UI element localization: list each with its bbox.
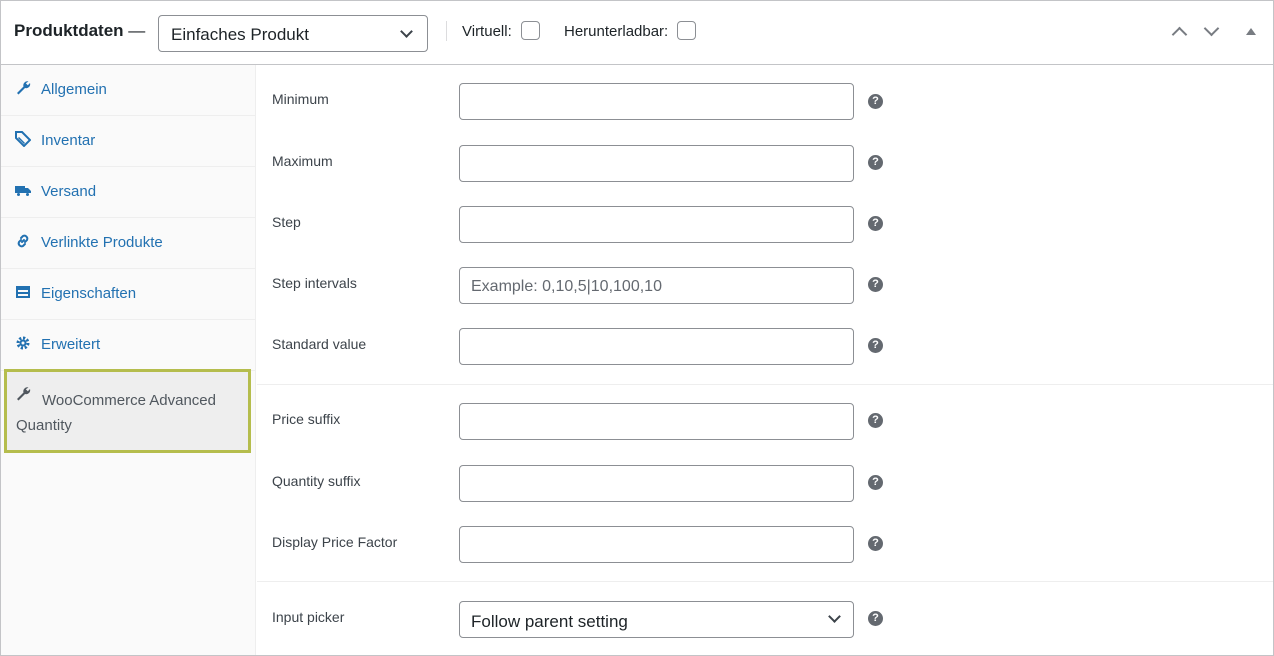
virtual-checkbox[interactable] xyxy=(521,21,540,40)
panel-title-text: Produktdaten xyxy=(14,21,124,40)
quantity-suffix-input[interactable] xyxy=(459,465,854,502)
minimum-input[interactable] xyxy=(459,83,854,120)
maximum-input[interactable] xyxy=(459,145,854,182)
help-icon[interactable]: ? xyxy=(868,277,883,292)
chevron-down-icon xyxy=(1203,20,1220,37)
wrench-icon xyxy=(15,80,31,96)
price-suffix-label: Price suffix xyxy=(272,411,341,427)
tab-label: Eigenschaften xyxy=(41,285,137,302)
product-data-header: Produktdaten — Einfaches Produkt Virtuel… xyxy=(1,1,1273,65)
tab-label: WooCommerce Advanced Quantity xyxy=(16,392,216,434)
chevron-down-icon xyxy=(400,25,413,38)
standard-value-input[interactable] xyxy=(459,328,854,365)
tab-label: Verlinkte Produkte xyxy=(41,234,163,251)
section-divider xyxy=(257,384,1273,385)
step-intervals-placeholder: Example: 0,10,5|10,100,10 xyxy=(471,278,662,295)
help-icon[interactable]: ? xyxy=(868,475,883,490)
standard-value-label: Standard value xyxy=(272,336,367,352)
input-picker-label: Input picker xyxy=(272,609,345,625)
tab-erweitert[interactable]: Erweitert xyxy=(1,320,255,371)
tab-eigenschaften[interactable]: Eigenschaften xyxy=(1,269,255,320)
help-icon[interactable]: ? xyxy=(868,611,883,626)
help-icon[interactable]: ? xyxy=(868,94,883,109)
input-picker-select[interactable]: Follow parent setting xyxy=(459,601,854,638)
downloadable-label: Herunterladbar: xyxy=(564,23,669,40)
collapse-toggle-icon[interactable] xyxy=(1246,28,1256,35)
help-icon[interactable]: ? xyxy=(868,216,883,231)
price-suffix-input[interactable] xyxy=(459,403,854,440)
tab-label: Versand xyxy=(41,183,97,200)
display-price-factor-label: Display Price Factor xyxy=(272,534,398,550)
tab-label: Inventar xyxy=(41,132,96,149)
minimum-label: Minimum xyxy=(272,91,329,107)
chevron-up-icon xyxy=(1171,26,1188,43)
gear-icon xyxy=(15,335,31,351)
help-icon[interactable]: ? xyxy=(868,155,883,170)
quantity-suffix-label: Quantity suffix xyxy=(272,473,361,489)
move-down-button[interactable] xyxy=(1202,20,1222,43)
tab-label: Allgemein xyxy=(41,81,107,98)
title-dash: — xyxy=(128,21,146,40)
truck-icon xyxy=(15,182,31,198)
downloadable-checkbox[interactable] xyxy=(677,21,696,40)
product-data-panel: Produktdaten — Einfaches Produkt Virtuel… xyxy=(0,0,1274,656)
advanced-quantity-panel: Minimum ? Maximum ? Step ? Step interval… xyxy=(257,65,1273,655)
step-intervals-input[interactable]: Example: 0,10,5|10,100,10 xyxy=(459,267,854,304)
step-input[interactable] xyxy=(459,206,854,243)
list-icon xyxy=(15,284,31,300)
step-label: Step xyxy=(272,214,301,230)
step-intervals-label: Step intervals xyxy=(272,275,357,291)
help-icon[interactable]: ? xyxy=(868,536,883,551)
tag-icon xyxy=(15,131,32,148)
move-up-button[interactable] xyxy=(1170,23,1190,43)
tab-versand[interactable]: Versand xyxy=(1,167,255,218)
tab-label: Erweitert xyxy=(41,336,101,353)
tab-woocommerce-advanced-quantity[interactable]: WooCommerce Advanced Quantity xyxy=(4,369,251,453)
tab-verlinkte-produkte[interactable]: Verlinkte Produkte xyxy=(1,218,255,269)
product-type-value: Einfaches Produkt xyxy=(171,25,309,44)
maximum-label: Maximum xyxy=(272,153,333,169)
input-picker-value: Follow parent setting xyxy=(471,612,628,631)
virtual-label: Virtuell: xyxy=(462,23,512,40)
product-data-tabs: Allgemein Inventar Versand Verlinkte Pro… xyxy=(1,65,256,655)
link-icon xyxy=(15,233,31,249)
tab-allgemein[interactable]: Allgemein xyxy=(1,65,255,116)
chevron-down-icon xyxy=(828,610,841,623)
panel-title: Produktdaten — xyxy=(14,21,145,41)
tab-inventar[interactable]: Inventar xyxy=(1,116,255,167)
product-type-select[interactable]: Einfaches Produkt xyxy=(158,15,428,52)
display-price-factor-input[interactable] xyxy=(459,526,854,563)
help-icon[interactable]: ? xyxy=(868,338,883,353)
header-divider xyxy=(446,21,447,41)
section-divider xyxy=(257,581,1273,582)
help-icon[interactable]: ? xyxy=(868,413,883,428)
